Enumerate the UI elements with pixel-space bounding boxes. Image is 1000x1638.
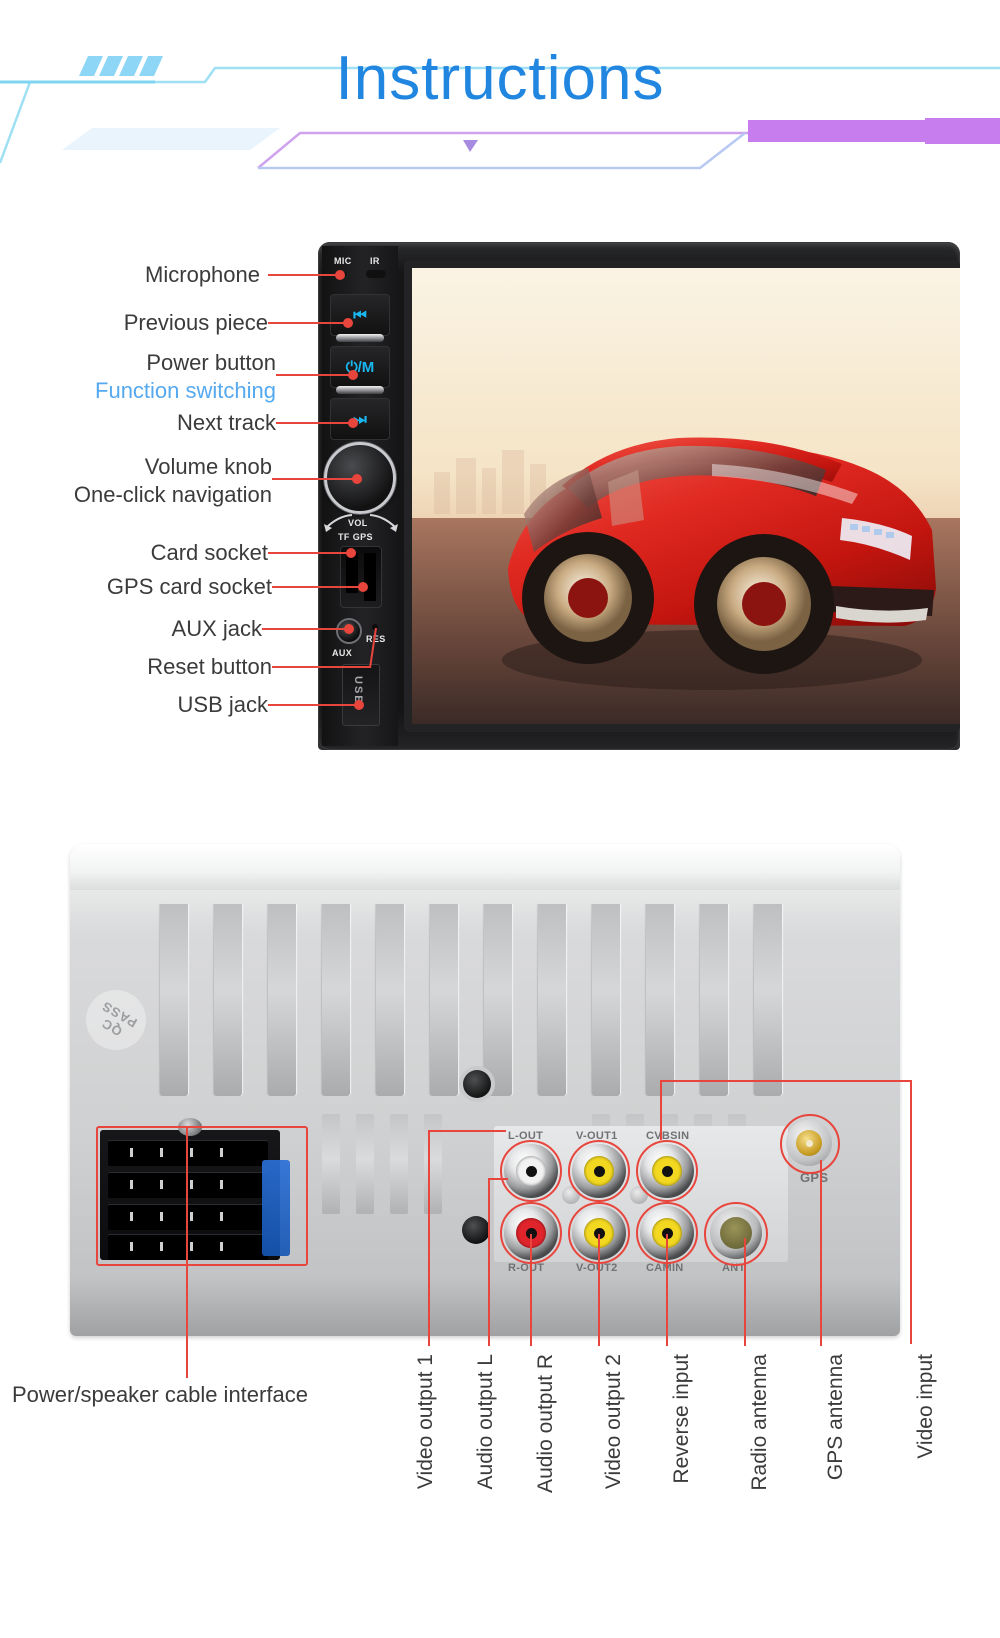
- leader-line-microphone: [268, 274, 340, 276]
- page-title: Instructions: [335, 44, 665, 113]
- callout-gps-card-socket: GPS card socket: [106, 574, 272, 599]
- ridge-divider-2: [336, 386, 384, 394]
- callout-video-output-1: Video output 1: [414, 1354, 437, 1490]
- heatsink-fin: [322, 904, 350, 1096]
- leader-line-previous: [268, 322, 348, 324]
- heatsink-fin: [430, 904, 458, 1096]
- heatsink-fin: [538, 904, 566, 1096]
- callout-aux-jack: AUX jack: [171, 616, 262, 641]
- heatsink-fin: [160, 904, 188, 1096]
- callout-card-socket: Card socket: [150, 540, 268, 565]
- callout-reverse-input: Reverse input: [670, 1354, 693, 1484]
- heatsink-fin-lower: [356, 1114, 374, 1214]
- callout-usb-jack: USB jack: [177, 692, 268, 717]
- heatsink-fin: [754, 904, 782, 1096]
- leader-line-cvbsin-stub: [660, 1080, 662, 1140]
- leader-dot-next: [348, 418, 358, 428]
- leader-line-video-output-1: [428, 1130, 430, 1346]
- power-mode-button[interactable]: ⏻/M: [330, 346, 390, 388]
- leader-line-gps-antenna: [820, 1160, 822, 1346]
- heatsink-fin: [484, 904, 512, 1096]
- leader-line-gps-socket: [272, 586, 364, 588]
- leader-line-card-socket: [268, 552, 356, 554]
- callout-previous-piece: Previous piece: [123, 310, 268, 335]
- heatsink-fin-lower: [390, 1114, 408, 1214]
- leader-dot-gps-socket: [358, 582, 368, 592]
- callout-video-output-2: Video output 2: [602, 1354, 625, 1490]
- ir-marking-label: IR: [370, 256, 380, 266]
- heatsink-fin-lower: [322, 1114, 340, 1214]
- highlight-gps: [780, 1114, 840, 1174]
- front-panel-diagram: MIC IR ⏮ ⏻/M ⏭ VOL TF GPS RES AUX USB Mi…: [0, 236, 1000, 766]
- callout-radio-antenna: Radio antenna: [748, 1354, 771, 1491]
- heatsink-fin: [700, 904, 728, 1096]
- leader-line-next: [276, 422, 354, 424]
- aux-marking-label: AUX: [332, 648, 353, 658]
- header-banner: Instructions: [0, 0, 1000, 185]
- highlight-power-connector: [96, 1126, 308, 1266]
- heatsink-fin: [646, 904, 674, 1096]
- gps-card-socket[interactable]: [364, 553, 376, 601]
- ir-window-icon: [366, 270, 386, 278]
- leader-line-reset-bend: [369, 627, 377, 669]
- leader-line-video-output-1-h: [428, 1130, 506, 1132]
- leader-dot-card-socket: [346, 548, 356, 558]
- heatsink-fin: [376, 904, 404, 1096]
- callout-audio-output-r: Audio output R: [534, 1354, 557, 1493]
- rear-panel-diagram: QC PASS L-OUT V-OUT1 CVBSIN R-OUT V-OUT2…: [0, 830, 1000, 1638]
- leader-line-video-input-top: [660, 1080, 912, 1082]
- callout-microphone: Microphone: [145, 262, 260, 287]
- heatsink-fin: [268, 904, 296, 1096]
- head-unit-rear-top-edge: [70, 844, 900, 890]
- heatsink-fin: [592, 904, 620, 1096]
- leader-dot-microphone: [335, 270, 345, 280]
- display-screen[interactable]: [412, 268, 960, 724]
- next-track-button[interactable]: ⏭: [330, 398, 390, 440]
- callout-power-button: Power button: [146, 350, 276, 375]
- highlight-ant: [704, 1202, 768, 1266]
- previous-track-button[interactable]: ⏮: [330, 294, 390, 336]
- callout-audio-output-l: Audio output L: [474, 1354, 497, 1490]
- leader-dot-volume: [352, 474, 362, 484]
- callout-function-switching: Function switching: [95, 378, 276, 403]
- vol-marking-label: VOL: [348, 518, 368, 528]
- mic-marking-label: MIC: [334, 256, 352, 266]
- leader-line-audio-output-l: [488, 1178, 490, 1346]
- ridge-divider-1: [336, 334, 384, 342]
- leader-dot-usb: [354, 700, 364, 710]
- leader-line-volume: [272, 478, 358, 480]
- callout-power-speaker-cable: Power/speaker cable interface: [12, 1382, 308, 1407]
- leader-line-audio-output-r: [530, 1234, 532, 1346]
- leader-line-video-output-2: [598, 1234, 600, 1346]
- leader-line-radio-antenna: [744, 1238, 746, 1346]
- leader-line-usb: [268, 704, 360, 706]
- leader-line-reverse-input: [666, 1234, 668, 1346]
- highlight-cvbsin: [636, 1140, 698, 1202]
- highlight-l-out: [500, 1140, 562, 1202]
- callout-one-click-navigation: One-click navigation: [73, 482, 272, 507]
- leader-line-reset: [272, 666, 370, 668]
- leader-line-power: [276, 374, 354, 376]
- callout-next-track: Next track: [176, 410, 276, 435]
- screen-car-image: [412, 268, 960, 724]
- callout-reset-button: Reset button: [147, 654, 272, 679]
- heatsink-fin-lower: [424, 1114, 442, 1214]
- callout-volume-knob: Volume knob: [144, 454, 272, 479]
- callout-video-input: Video input: [914, 1354, 937, 1459]
- leader-dot-power: [348, 370, 358, 380]
- heatsink-fin: [214, 904, 242, 1096]
- leader-dot-previous: [343, 318, 353, 328]
- callout-gps-antenna: GPS antenna: [824, 1354, 847, 1481]
- highlight-v-out1: [568, 1140, 630, 1202]
- leader-line-aux: [262, 628, 350, 630]
- leader-line-video-input: [910, 1080, 912, 1344]
- leader-line-audio-output-l-h: [488, 1178, 508, 1180]
- leader-line-power-cable: [186, 1126, 188, 1378]
- leader-dot-aux: [344, 624, 354, 634]
- rear-center-hole: [463, 1070, 491, 1098]
- tf-gps-marking-label: TF GPS: [338, 532, 373, 542]
